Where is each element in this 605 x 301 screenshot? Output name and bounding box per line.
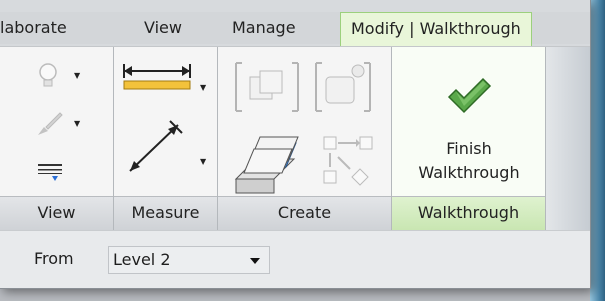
- ribbon-empty-area: [546, 47, 590, 230]
- ribbon-tab-bar: laborate View Manage Modify | Walkthroug…: [0, 12, 590, 48]
- create-component-icon[interactable]: [312, 55, 376, 117]
- walkthrough-panel-label: Walkthrough: [392, 196, 545, 230]
- tab-view[interactable]: View: [144, 12, 182, 44]
- finish-label-line1: Finish: [446, 139, 492, 158]
- create-panel: Create: [218, 47, 392, 230]
- checkmark-icon: [447, 77, 492, 114]
- paintbrush-icon[interactable]: [34, 109, 66, 139]
- create-group-icon[interactable]: [232, 57, 302, 117]
- tab-modify-walkthrough[interactable]: Modify | Walkthrough: [340, 12, 532, 48]
- level-select[interactable]: Level 2: [108, 246, 270, 274]
- chevron-down-icon[interactable]: ▼: [74, 71, 80, 80]
- finish-walkthrough-button[interactable]: Finish Walkthrough: [392, 47, 546, 197]
- ribbon-body: ▼ ▼ View ▼ ▼ Measure Create Finish Walkt…: [0, 46, 590, 231]
- dropdown-arrow-icon[interactable]: [250, 258, 260, 264]
- chevron-down-icon[interactable]: ▼: [74, 119, 80, 128]
- create-panel-label: Create: [218, 196, 391, 230]
- finish-walkthrough-label: Finish Walkthrough: [392, 137, 546, 185]
- chevron-down-icon[interactable]: ▼: [200, 83, 206, 92]
- view-panel-label: View: [0, 196, 113, 230]
- create-parts-icon[interactable]: [230, 129, 310, 201]
- aligned-dimension-icon[interactable]: [122, 117, 186, 177]
- thin-lines-icon[interactable]: [36, 160, 68, 184]
- lightbulb-icon[interactable]: [34, 61, 64, 91]
- options-bar: From Level 2: [0, 230, 590, 288]
- measure-panel-label: Measure: [114, 196, 217, 230]
- level-select-value: Level 2: [113, 250, 171, 269]
- window-edge-glow: [590, 0, 605, 301]
- tab-collaborate[interactable]: laborate: [0, 12, 67, 44]
- walkthrough-panel: Finish Walkthrough Walkthrough: [392, 47, 546, 230]
- measure-panel: ▼ ▼ Measure: [114, 47, 218, 230]
- create-assembly-icon[interactable]: [320, 133, 378, 191]
- revit-ribbon-frame: laborate View Manage Modify | Walkthroug…: [0, 0, 591, 289]
- measure-between-references-icon[interactable]: [120, 59, 194, 93]
- view-panel: ▼ ▼ View: [0, 47, 114, 230]
- finish-label-line2: Walkthrough: [418, 163, 520, 182]
- chevron-down-icon[interactable]: ▼: [200, 157, 206, 166]
- tab-manage[interactable]: Manage: [232, 12, 296, 44]
- from-label: From: [34, 249, 74, 268]
